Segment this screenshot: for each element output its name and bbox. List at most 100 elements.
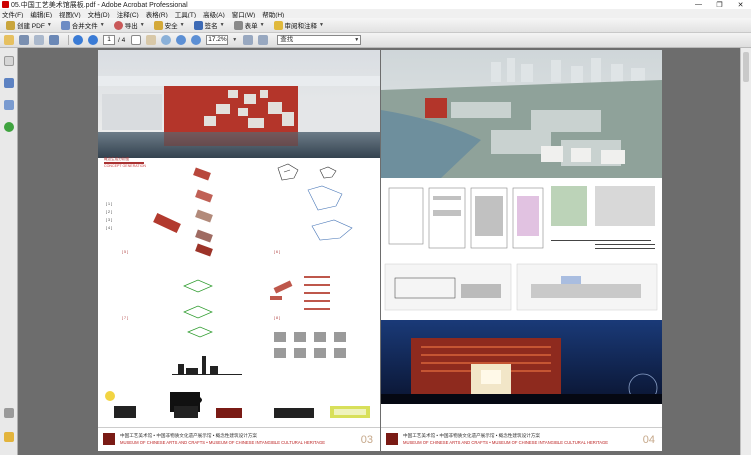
next-page-icon[interactable] [88,35,98,45]
chevron-down-icon: ▼ [179,22,185,28]
menu-window[interactable]: 窗口(W) [232,9,255,19]
menu-help[interactable]: 帮助(H) [262,9,284,19]
select-tool-icon[interactable] [131,35,142,45]
zoom-tool-icon[interactable] [161,35,172,45]
page-total: / 4 [118,36,126,44]
fit-page-icon[interactable] [243,35,254,45]
navigation-panel [0,48,18,455]
scrollbar-thumb[interactable] [743,52,749,82]
review-comment-button[interactable]: 审阅和注释 ▼ [271,19,327,31]
minimize-button[interactable]: — [688,0,709,9]
export-label: 导出 [124,23,138,30]
fit-width-icon[interactable] [258,35,269,45]
chevron-down-icon: ▼ [259,22,265,28]
save-icon[interactable] [34,35,44,45]
pen-icon [193,20,203,30]
menu-advanced[interactable]: 高级(A) [203,9,225,19]
search-placeholder: 查找 [280,36,294,43]
create-pdf-button[interactable]: 创建 PDF ▼ [3,19,55,31]
task-toolbar: 创建 PDF ▼ 合并文件 ▼ 导出 ▼ 安全 ▼ 签名 ▼ 表单 ▼ 审阅和注释 ▼ [0,18,751,33]
caption-cn: 中国工艺美术馆 • 中国非物质文化遗产展示馆 • 概念性建筑设计方案 [403,433,540,438]
forms-label: 表单 [244,23,258,30]
comments-icon[interactable] [4,432,14,442]
page-4-artwork [381,50,662,404]
open-folder-icon[interactable] [4,35,14,45]
concept-heading: 概念生成分析图 [104,157,130,161]
chevron-down-icon: ▼ [139,22,145,28]
create-pdf-icon [6,20,15,30]
logo-square [386,433,398,445]
chevron-down-icon: ▼ [219,22,225,28]
maximize-button[interactable]: ❐ [709,0,730,9]
sign-button[interactable]: 签名 ▼ [191,19,228,31]
zoom-level-field[interactable]: 17.2% [206,35,229,45]
secure-label: 安全 [164,23,178,30]
menu-edit[interactable]: 编辑(E) [30,9,52,19]
page-3-footer: 中国工艺美术馆 • 中国非物质文化遗产展示馆 • 概念性建筑设计方案 MUSEU… [98,427,380,451]
window-controls: — ❐ ✕ [688,0,751,9]
combine-label: 合并文件 [71,23,98,30]
concept-subheading: CONCEPT GENERATION [104,164,146,168]
page-number: 03 [360,434,373,446]
step-label-4: [ 4 ] [106,226,112,230]
hand-tool-icon[interactable] [146,35,157,45]
export-icon [113,20,123,30]
comment-icon [273,20,283,30]
step-label-6: [ 6 ] [274,250,280,254]
close-button[interactable]: ✕ [730,0,751,9]
zoom-in-icon[interactable] [191,35,202,45]
help-icon[interactable] [4,122,14,132]
step-label-5: [ 5 ] [122,250,128,254]
vertical-scrollbar[interactable] [740,48,751,455]
chevron-down-icon: ▼ [319,22,324,28]
sign-label: 签名 [204,23,218,30]
page-4-footer: 中国工艺美术馆 • 中国非物质文化遗产展示馆 • 概念性建筑设计方案 MUSEU… [381,427,662,451]
caption-en: MUSEUM OF CHINESE ARTS AND CRAFTS • MUSE… [120,440,326,445]
page-number: 04 [642,434,655,446]
search-dropdown-icon[interactable]: ▼ [354,36,359,44]
menu-view[interactable]: 视图(V) [59,9,81,19]
chevron-down-icon: ▼ [46,22,52,28]
toolbar-divider [68,35,69,45]
zoom-out-icon[interactable] [176,35,187,45]
zoom-dropdown-icon[interactable]: ▼ [232,37,237,43]
pages-icon[interactable] [4,56,14,66]
page-3-artwork [98,50,380,418]
review-label: 审阅和注释 [284,23,318,30]
logo-square [103,433,115,445]
previous-page-icon[interactable] [73,35,83,45]
menu-forms[interactable]: 表格(R) [146,9,168,19]
combine-icon [60,20,70,30]
lock-icon [153,20,163,30]
combine-files-button[interactable]: 合并文件 ▼ [58,19,108,31]
caption-cn: 中国工艺美术馆 • 中国非物质文化遗产展示馆 • 概念性建筑设计方案 [120,433,257,438]
step-label-7: [ 7 ] [122,316,128,320]
menu-tools[interactable]: 工具(T) [175,9,196,19]
signatures-icon[interactable] [4,100,14,110]
menu-bar: 文件(F) 编辑(E) 视图(V) 文档(D) 注释(C) 表格(R) 工具(T… [0,9,751,19]
create-pdf-label: 创建 PDF [17,23,45,30]
menu-comments[interactable]: 注释(C) [117,9,139,19]
bookmarks-icon[interactable] [4,78,14,88]
step-label-2: [ 2 ] [106,210,112,214]
step-label-1: [ 1 ] [106,202,112,206]
page-number-input[interactable]: 1 [103,35,115,45]
attachments-icon[interactable] [4,408,14,418]
forms-button[interactable]: 表单 ▼ [231,19,268,31]
pdf-page-3: 概念生成分析图 CONCEPT GENERATION [ 1 ] [ 2 ] [… [98,50,380,451]
chevron-down-icon: ▼ [99,22,105,28]
secure-button[interactable]: 安全 ▼ [151,19,188,31]
print-icon[interactable] [19,35,29,45]
step-label-8: [ 8 ] [274,316,280,320]
caption-en: MUSEUM OF CHINESE ARTS AND CRAFTS • MUSE… [403,440,609,445]
menu-file[interactable]: 文件(F) [2,9,23,19]
menu-document[interactable]: 文档(D) [88,9,110,19]
navigation-toolbar: 1 / 4 17.2% ▼ 查找 ▼ [0,33,751,48]
acrobat-app-icon [2,1,9,8]
step-label-3: [ 3 ] [106,218,112,222]
email-icon[interactable] [49,35,59,45]
pdf-page-4: 中国工艺美术馆 • 中国非物质文化遗产展示馆 • 概念性建筑设计方案 MUSEU… [381,50,662,451]
form-icon [233,20,243,30]
export-button[interactable]: 导出 ▼ [111,19,148,31]
search-input[interactable]: 查找 ▼ [277,35,362,45]
